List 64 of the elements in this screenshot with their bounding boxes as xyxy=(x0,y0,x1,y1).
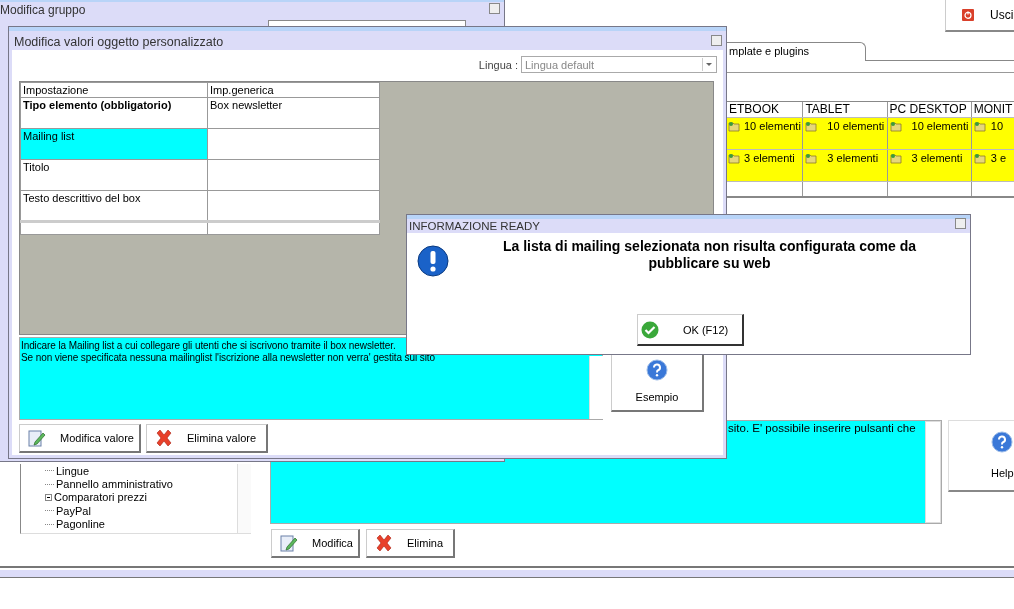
column-header: PC DESKTOP xyxy=(887,102,972,117)
window-title: Modifica valori oggetto personalizzato xyxy=(14,35,224,49)
pencil-icon xyxy=(28,429,46,447)
help-button[interactable]: Help xyxy=(948,420,1014,492)
table-cell[interactable]: Testo descrittivo del box xyxy=(20,190,208,222)
dialog-message: La lista di mailing selezionata non risulta configurata come da pubblicare su web xyxy=(501,238,918,272)
close-button[interactable] xyxy=(955,218,966,229)
table-cell: 10 elementi xyxy=(911,120,969,132)
table-cell: 10 elementi xyxy=(744,120,801,132)
column-header: TABLET xyxy=(803,102,888,117)
tree-item[interactable]: Comparatori prezzi xyxy=(54,491,147,504)
folder-icon xyxy=(973,121,986,132)
language-label: Lingua : xyxy=(478,58,518,71)
delete-button[interactable]: Elimina xyxy=(366,529,455,558)
edit-button[interactable]: Modifica xyxy=(271,529,360,558)
description-text: sito. E' possibile inserire pulsanti che xyxy=(728,422,916,434)
delete-icon xyxy=(375,534,393,552)
help-icon xyxy=(646,359,668,381)
table-cell: 3 elementi xyxy=(744,152,795,164)
language-dropdown[interactable]: Lingua default xyxy=(521,56,717,73)
table-cell[interactable] xyxy=(207,128,380,160)
table-cell: 3 elementi xyxy=(827,152,879,164)
column-header: Imp.generica xyxy=(207,82,380,98)
dialog-title: INFORMAZIONE READY xyxy=(409,220,540,232)
scrollbar[interactable] xyxy=(925,421,941,523)
exclamation-icon xyxy=(417,245,449,277)
window-title: Modifica gruppo xyxy=(0,3,86,17)
scrollbar[interactable] xyxy=(589,356,603,419)
table-cell: 10 xyxy=(990,120,1004,132)
folder-icon xyxy=(728,153,740,164)
folder-icon xyxy=(805,153,818,164)
scrollbar[interactable] xyxy=(237,464,251,533)
expand-icon[interactable] xyxy=(45,493,52,501)
folder-icon xyxy=(728,121,740,132)
table-cell[interactable]: Titolo xyxy=(20,159,208,191)
tree-item[interactable]: Lingue xyxy=(56,464,90,477)
column-header: Impostazione xyxy=(20,82,208,98)
pencil-icon xyxy=(280,534,298,552)
power-icon xyxy=(962,8,974,21)
help-icon xyxy=(991,431,1013,453)
ok-button[interactable]: OK (F12) xyxy=(637,314,744,346)
delete-icon xyxy=(155,429,173,447)
tree-item[interactable]: PayPal xyxy=(56,504,91,517)
table-cell[interactable] xyxy=(207,159,380,191)
table-cell: 10 elementi xyxy=(827,120,885,132)
table-cell[interactable]: Mailing list xyxy=(20,128,208,160)
folder-icon xyxy=(805,121,818,132)
column-header: MONIT xyxy=(971,102,1014,117)
tree-item[interactable]: Pannello amministrativo xyxy=(56,478,173,491)
close-button[interactable] xyxy=(489,3,500,14)
delete-button[interactable]: Elimina valore xyxy=(146,424,268,453)
example-button[interactable]: Esempio xyxy=(611,352,704,412)
folder-icon xyxy=(973,153,986,164)
table-cell: 3 e xyxy=(990,152,1007,164)
folder-icon xyxy=(889,121,902,132)
edit-button[interactable]: Modifica valore xyxy=(19,424,141,453)
checkmark-icon xyxy=(641,320,659,339)
tree-item[interactable]: Pagonline xyxy=(56,518,105,531)
folder-icon xyxy=(889,153,902,164)
table-cell: 3 elementi xyxy=(911,152,963,164)
exit-button[interactable]: Usci xyxy=(945,0,1014,32)
table-cell[interactable]: Box newsletter xyxy=(207,97,380,129)
table-cell[interactable]: Tipo elemento (obbligatorio) xyxy=(20,97,208,129)
close-button[interactable] xyxy=(711,35,722,46)
